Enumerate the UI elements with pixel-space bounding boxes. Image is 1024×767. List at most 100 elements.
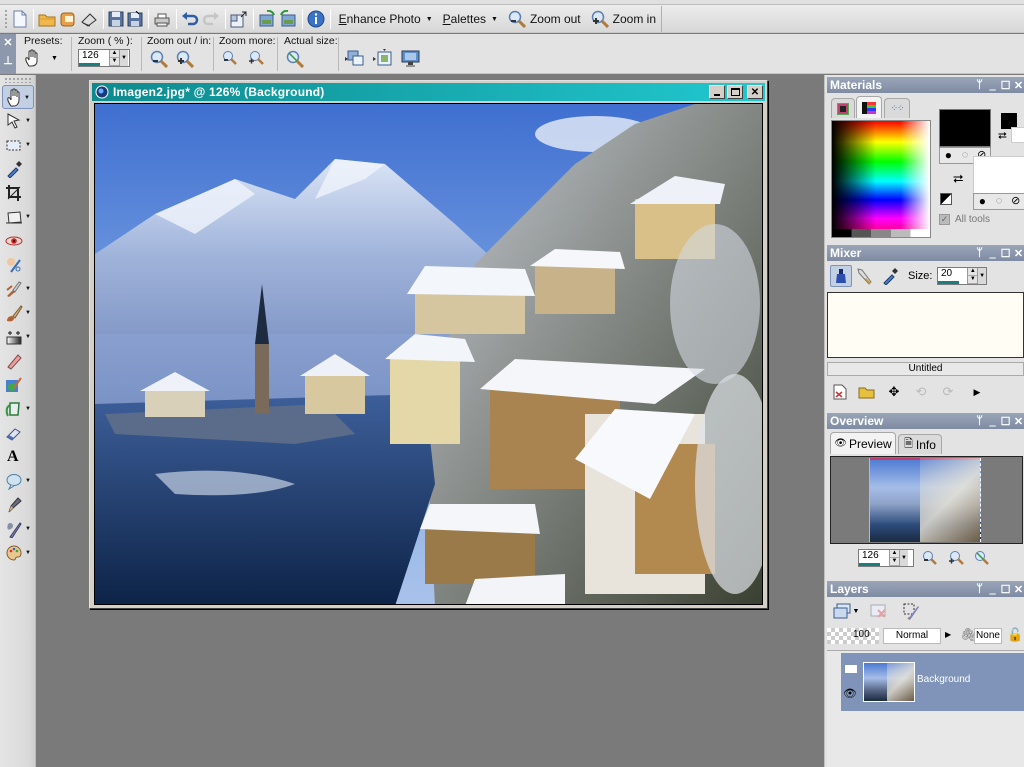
dropdown-caret-icon[interactable]: ▼ [25,142,31,148]
minimize-icon[interactable]: ‗ [986,415,999,427]
dropdown-caret-icon[interactable]: ▼ [25,406,31,412]
open-mixer-page-button[interactable] [857,382,877,402]
overview-zoom-in-button[interactable] [946,548,966,568]
mixer-canvas[interactable] [827,292,1024,358]
art-media-tool[interactable]: ▼ [2,541,34,565]
tab-info[interactable]: 🗎 Info [898,434,942,454]
mixer-trowel-button[interactable] [830,265,852,287]
gradient-style-icon[interactable]: ◌ [991,194,1008,209]
remix-button[interactable]: ⟳ [938,382,958,402]
full-screen-preview-icon[interactable] [401,49,421,67]
tab-frame[interactable] [831,98,855,118]
zoom-out-button[interactable]: Zoom out [503,8,586,30]
redo-button[interactable] [202,8,220,30]
lighten-darken-tool[interactable]: ▼ [2,325,34,349]
maximize-button[interactable] [727,85,743,99]
maximize-icon[interactable]: ☐ [999,79,1012,92]
dropdown-caret-icon[interactable]: ▼ [25,214,31,220]
pin-icon[interactable]: ᛘ [973,79,986,91]
color-replacer-tool[interactable] [2,373,34,397]
text-tool[interactable]: A [2,445,34,469]
print-button[interactable] [153,8,171,30]
background-swatch[interactable] [973,156,1024,194]
minimize-icon[interactable]: ‗ [986,247,999,259]
swap-small-colors-icon[interactable]: ⮂ [998,130,1007,143]
new-mixer-page-button[interactable] [830,382,850,402]
layers-titlebar[interactable]: Layers ᛘ ‗ ☐ ✕ [827,581,1024,597]
dropdown-caret-icon[interactable]: ▼ [25,286,31,292]
dropdown-caret-icon[interactable]: ▼ [25,118,31,124]
materials-titlebar[interactable]: Materials ᛘ ‗ ☐ ✕ [827,77,1024,93]
layer-row[interactable]: 👁 Background [841,653,1024,711]
pin-icon[interactable]: ᛘ [973,583,986,595]
save-button[interactable] [108,8,124,30]
paint-brush-tool[interactable]: ▼ [2,301,34,325]
swap-colors-icon[interactable]: ⮂ [953,171,963,187]
zoom-percent-spinbox[interactable]: 126 ▲ ▼ ▼ [78,49,130,67]
eraser-tool[interactable] [2,421,34,445]
minimize-button[interactable] [709,85,725,99]
mixer-menu-button[interactable]: ▶ [967,382,987,402]
rotate-right-button[interactable] [258,8,276,30]
close-icon[interactable]: ✕ [1012,247,1024,260]
fit-window-to-image-icon[interactable] [373,49,393,67]
clone-tool[interactable]: ▼ [2,277,34,301]
opacity-control[interactable]: 100 [827,628,879,644]
minimize-icon[interactable]: ‗ [986,79,999,91]
new-layer-button[interactable]: ▼ [831,601,861,621]
opacity-value[interactable]: 100 [853,629,870,640]
save-as-button[interactable] [127,8,143,30]
close-icon[interactable]: ✕ [1012,583,1024,596]
all-tools-checkbox[interactable]: ✓ All tools [939,214,990,225]
solid-color-icon[interactable]: ● [940,148,957,163]
dropdown-caret-icon[interactable]: ▼ [25,334,31,340]
preset-shape-tool[interactable]: ▼ [2,469,34,493]
close-icon[interactable]: ✕ [1012,79,1024,92]
red-eye-tool[interactable] [2,229,34,253]
overview-zoom-out-button[interactable] [920,548,940,568]
overview-zoom-value[interactable]: 126 [859,550,889,566]
fit-window-button[interactable] [230,8,248,30]
tab-rainbow[interactable] [856,96,882,118]
zoom-out-icon[interactable] [150,50,168,68]
small-background-swatch[interactable] [1011,127,1024,143]
zoom-in-icon[interactable] [176,50,194,68]
maximize-icon[interactable]: ☐ [999,415,1012,428]
oil-brush-tool[interactable]: ▼ [2,517,34,541]
layer-group-link-select[interactable]: None [974,628,1002,644]
pick-tool[interactable]: ▼ [2,109,34,133]
solid-color-icon[interactable]: ● [974,194,991,209]
pin-icon[interactable]: ⊥ [0,52,16,70]
actual-size-icon[interactable] [286,50,305,69]
document-titlebar[interactable]: Imagen2.jpg* @ 126% (Background) ✕ [92,83,765,101]
overview-actual-size-button[interactable] [972,548,992,568]
maximize-icon[interactable]: ☐ [999,583,1012,596]
overview-zoom-spinbox[interactable]: 126 ▲ ▼ ▼ [858,549,914,567]
spin-arrows[interactable]: ▲ ▼ [967,268,978,284]
pin-icon[interactable]: ᛘ [973,247,986,259]
tool-options-handle[interactable]: ✕ ⊥ [0,34,16,74]
gradient-style-icon[interactable]: ◌ [957,148,974,163]
close-icon[interactable]: ✕ [0,34,16,52]
overview-titlebar[interactable]: Overview ᛘ ‗ ☐ ✕ [827,413,1024,429]
unmix-button[interactable]: ⟲ [911,382,931,402]
spin-arrows[interactable]: ▲ ▼ [889,550,899,566]
selection-tool[interactable]: ▼ [2,133,34,157]
presets-button[interactable]: ▼ [24,49,63,67]
enhance-photo-menu[interactable]: Enhance Photo ▼ [334,8,438,30]
spin-dropdown[interactable]: ▼ [977,268,986,284]
palettes-menu[interactable]: Palettes ▼ [438,8,503,30]
mixer-titlebar[interactable]: Mixer ᛘ ‗ ☐ ✕ [827,245,1024,261]
size-value[interactable]: 20 [938,268,967,284]
flood-fill-tool[interactable]: ▼ [2,397,34,421]
undo-button[interactable] [181,8,199,30]
layer-name[interactable]: Background [917,674,970,685]
pen-tool[interactable] [2,493,34,517]
spin-dropdown[interactable]: ▼ [119,50,128,66]
help-button[interactable] [307,8,325,30]
blend-mode-arrow-icon[interactable]: ▶ [945,630,951,639]
overview-preview[interactable] [830,456,1023,544]
tab-swatches[interactable]: ⁘⁘ [884,98,910,118]
new-button[interactable] [12,8,28,30]
close-icon[interactable]: ✕ [1012,415,1024,428]
